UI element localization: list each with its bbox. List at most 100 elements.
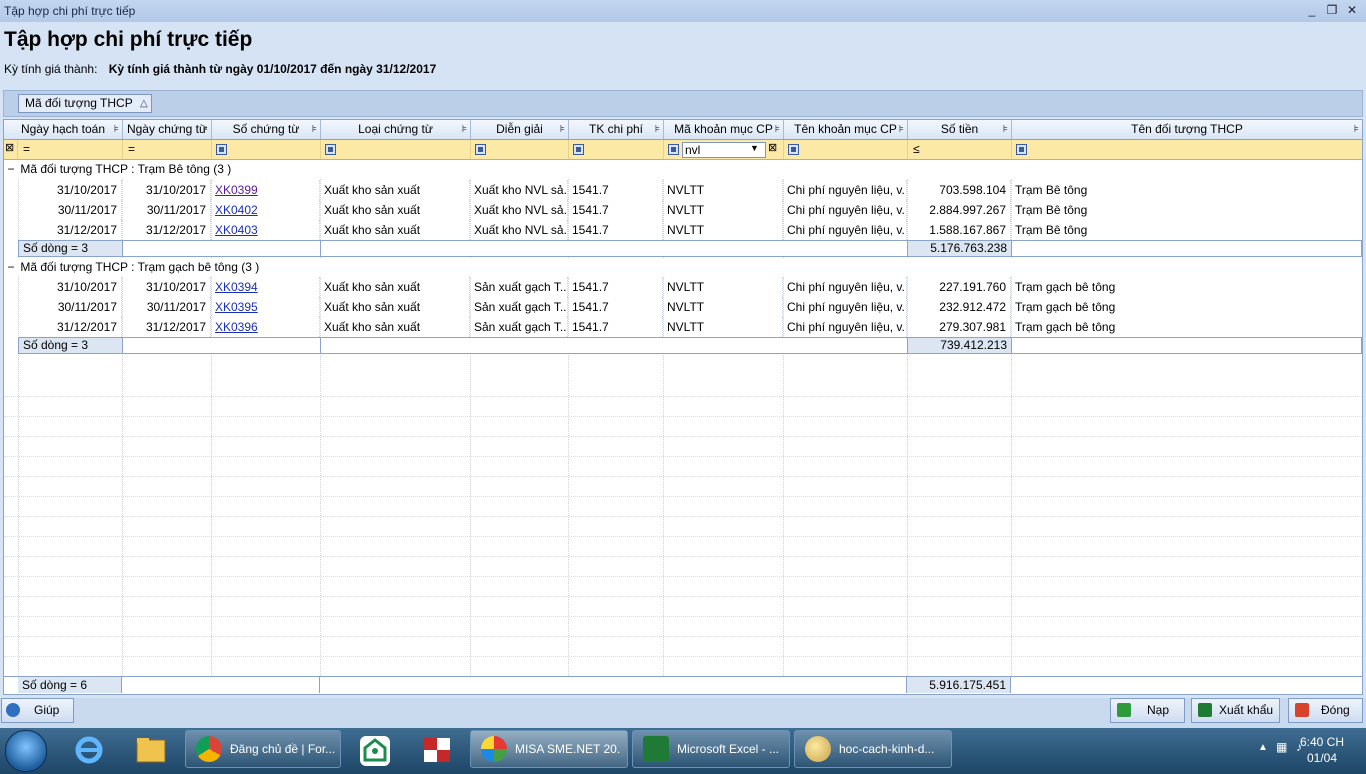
- clock-date: 01/04: [1306, 751, 1337, 765]
- collapse-icon[interactable]: −: [5, 258, 17, 277]
- filter-operator[interactable]: ≤: [913, 142, 920, 156]
- col-so-chung-tu[interactable]: Số chứng từ ⊧: [212, 120, 321, 139]
- group-count: Số dòng = 3: [19, 241, 123, 256]
- filter-op-icon[interactable]: [1016, 144, 1027, 155]
- chevron-down-icon[interactable]: ▼: [750, 143, 759, 153]
- pin-icon[interactable]: ⊧: [312, 120, 317, 139]
- col-tk-chi-phi[interactable]: TK chi phí ⊧: [569, 120, 664, 139]
- taskbar-excel[interactable]: Microsoft Excel - ...: [632, 730, 790, 768]
- filter-op-icon[interactable]: [668, 144, 679, 155]
- cell-so-tien: 703.598.104: [907, 180, 1011, 200]
- taskbar-chrome[interactable]: Đăng chủ đề | For...: [185, 730, 341, 768]
- filter-so-chung-tu[interactable]: [212, 140, 321, 159]
- cell-ten-khoan-muc: Chi phí nguyên liệu, v...: [783, 180, 907, 200]
- table-row[interactable]: 31/12/2017 31/12/2017 XK0403 Xuất kho sả…: [18, 220, 1362, 240]
- pin-icon[interactable]: ⊧: [775, 120, 780, 139]
- grid-hline: [4, 496, 1362, 497]
- col-loai-chung-tu[interactable]: Loại chứng từ ⊧: [321, 120, 471, 139]
- group-by-tag[interactable]: Mã đối tượng THCP △: [18, 94, 152, 113]
- reload-button[interactable]: Nạp: [1110, 698, 1185, 723]
- pin-icon[interactable]: ⊧: [560, 120, 565, 139]
- unikey-icon[interactable]: [418, 732, 456, 768]
- group-header[interactable]: − Mã đối tượng THCP : Trạm gạch bê tông …: [5, 258, 1361, 277]
- export-button[interactable]: Xuất khẩu: [1191, 698, 1280, 723]
- filter-operator[interactable]: =: [128, 142, 135, 156]
- table-row[interactable]: 31/10/2017 31/10/2017 XK0394 Xuất kho sả…: [18, 277, 1362, 297]
- group-summary-row: Số dòng = 3 739.412.213: [18, 337, 1362, 354]
- help-icon: [6, 703, 20, 717]
- filter-ten-doi-tuong[interactable]: [1012, 140, 1362, 159]
- pin-icon[interactable]: ⊧: [899, 120, 904, 139]
- col-so-tien[interactable]: Số tiền ⊧: [908, 120, 1012, 139]
- filter-ten-khoan-muc-cp[interactable]: [784, 140, 908, 159]
- explorer-icon[interactable]: [132, 732, 170, 768]
- filter-operator[interactable]: =: [23, 142, 30, 156]
- tray-expand-icon[interactable]: ▲: [1258, 742, 1268, 753]
- minimize-icon[interactable]: _: [1304, 2, 1320, 18]
- col-ma-khoan-muc-cp[interactable]: Mã khoản mục CP ⊧: [664, 120, 784, 139]
- filter-ngay-hach-toan[interactable]: =: [18, 140, 123, 159]
- col-dien-giai[interactable]: Diễn giải ⊧: [471, 120, 569, 139]
- filter-op-icon[interactable]: [325, 144, 336, 155]
- filter-ngay-chung-tu[interactable]: =: [123, 140, 212, 159]
- pin-icon[interactable]: ⊧: [462, 120, 467, 139]
- grid-footer: Số dòng = 6 5.916.175.451: [4, 676, 1362, 694]
- filter-op-icon[interactable]: [573, 144, 584, 155]
- voucher-link[interactable]: XK0403: [215, 223, 258, 237]
- pin-icon[interactable]: ⊧: [1354, 120, 1359, 139]
- col-ten-khoan-muc-cp[interactable]: Tên khoản mục CP ⊧: [784, 120, 908, 139]
- voucher-link[interactable]: XK0402: [215, 203, 258, 217]
- taskbar-paint[interactable]: hoc-cach-kinh-d...: [794, 730, 952, 768]
- cell-tk-chi-phi: 1541.7: [568, 277, 663, 297]
- close-window-icon[interactable]: ✕: [1344, 2, 1360, 18]
- help-button[interactable]: Giúp: [1, 698, 74, 723]
- grid-hline: [4, 576, 1362, 577]
- cell-ma-khoan-muc: NVLTT: [663, 277, 783, 297]
- group-count: Số dòng = 3: [19, 338, 123, 353]
- voucher-link[interactable]: XK0395: [215, 300, 258, 314]
- grid-hline: [4, 516, 1362, 517]
- voucher-link[interactable]: XK0394: [215, 280, 258, 294]
- clock[interactable]: 6:40 CH 01/04: [1300, 734, 1344, 766]
- table-row[interactable]: 30/11/2017 30/11/2017 XK0395 Xuất kho sả…: [18, 297, 1362, 317]
- filter-op-icon[interactable]: [475, 144, 486, 155]
- collapse-icon[interactable]: −: [5, 160, 17, 179]
- filter-loai-chung-tu[interactable]: [321, 140, 471, 159]
- voucher-link[interactable]: XK0396: [215, 320, 258, 334]
- filter-tk-chi-phi[interactable]: [569, 140, 664, 159]
- filter-so-tien[interactable]: ≤: [908, 140, 1012, 159]
- filter-op-icon[interactable]: [788, 144, 799, 155]
- table-row[interactable]: 31/10/2017 31/10/2017 XK0399 Xuất kho sả…: [18, 180, 1362, 200]
- col-ngay-hach-toan[interactable]: Ngày hạch toán ⊧: [4, 120, 123, 139]
- filter-clear-cell[interactable]: ⊠: [4, 140, 18, 159]
- group-total: 5.176.763.238: [908, 241, 1012, 256]
- cell-ten-khoan-muc: Chi phí nguyên liệu, v...: [783, 200, 907, 220]
- pin-icon[interactable]: ⊧: [655, 120, 660, 139]
- pin-icon[interactable]: ⊧: [114, 120, 119, 139]
- period-label: Kỳ tính giá thành:: [4, 62, 98, 76]
- grid-hline: [4, 396, 1362, 397]
- filter-ma-khoan-muc-cp[interactable]: nvl ▼ ⊠: [664, 140, 784, 159]
- table-row[interactable]: 30/11/2017 30/11/2017 XK0402 Xuất kho sả…: [18, 200, 1362, 220]
- filter-op-icon[interactable]: [216, 144, 227, 155]
- clear-filter-icon[interactable]: ⊠: [5, 141, 14, 154]
- taskbar-misa[interactable]: MISA SME.NET 20...: [470, 730, 628, 768]
- group-header[interactable]: − Mã đối tượng THCP : Trạm Bê tông (3 ): [5, 160, 1361, 179]
- filter-dien-giai[interactable]: [471, 140, 569, 159]
- col-ngay-chung-tu[interactable]: Ngày chứng từ ⊧: [123, 120, 212, 139]
- pin-icon[interactable]: ⊧: [203, 120, 208, 139]
- restore-icon[interactable]: ❐: [1324, 2, 1340, 18]
- voucher-link[interactable]: XK0399: [215, 183, 258, 197]
- table-row[interactable]: 31/12/2017 31/12/2017 XK0396 Xuất kho sả…: [18, 317, 1362, 337]
- col-ten-doi-tuong-thcp[interactable]: Tên đối tượng THCP ⊧: [1012, 120, 1362, 139]
- app-house-icon[interactable]: [356, 732, 394, 768]
- clear-column-filter-icon[interactable]: ⊠: [768, 141, 777, 154]
- ie-icon[interactable]: [70, 732, 108, 768]
- network-icon[interactable]: ▦: [1276, 740, 1287, 754]
- cell-tk-chi-phi: 1541.7: [568, 180, 663, 200]
- close-button[interactable]: Đóng: [1288, 698, 1363, 723]
- total-count: Số dòng = 6: [18, 677, 122, 693]
- cell-ngay-chung-tu: 31/10/2017: [122, 180, 211, 200]
- pin-icon[interactable]: ⊧: [1003, 120, 1008, 139]
- start-button[interactable]: [5, 730, 47, 772]
